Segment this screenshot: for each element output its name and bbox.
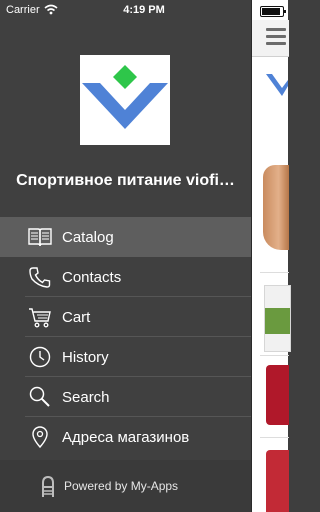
main-navbar [252,20,289,57]
powered-by-label: Powered by My-Apps [64,479,179,493]
menu-item-contacts[interactable]: Contacts [0,257,251,297]
main-content-peek[interactable] [251,0,291,512]
list-divider [260,272,289,273]
drawer-header: Спортивное питание viofi… [0,20,251,216]
search-icon [29,386,50,407]
book-icon [28,228,52,247]
product-thumbnail[interactable] [266,450,289,512]
side-drawer: Спортивное питание viofi… Catalog Contac… [0,0,251,512]
battery-icon [260,6,286,17]
status-bar: Carrier 4:19 PM [0,0,288,20]
menu-item-label: History [62,349,109,366]
menu-item-label: Cart [62,309,91,326]
menu-item-label: Search [62,389,110,406]
status-time: 4:19 PM [123,4,165,16]
menu-item-label: Catalog [62,229,114,246]
menu-item-search[interactable]: Search [0,377,251,417]
menu-item-catalog[interactable]: Catalog [0,217,251,257]
menu-item-store-addresses[interactable]: Адреса магазинов [0,417,251,457]
location-pin-icon [32,426,48,448]
app-title: Спортивное питание viofi… [16,172,235,189]
list-divider [260,437,289,438]
my-apps-logo-icon [42,476,54,497]
drawer-footer[interactable]: Powered by My-Apps [0,460,251,512]
product-thumbnail-gift-card[interactable] [264,285,291,352]
list-divider [260,355,289,356]
hamburger-menu-icon[interactable] [266,28,286,46]
menu-item-cart[interactable]: Cart [0,297,251,337]
menu-item-label: Contacts [62,269,122,286]
menu-item-history[interactable]: History [0,337,251,377]
cart-icon [29,308,51,328]
drawer-menu: Catalog Contacts Cart History Search Адр… [0,217,251,457]
clock-icon [29,346,51,368]
menu-item-label: Адреса магазинов [62,429,190,446]
product-thumbnail[interactable] [266,365,289,425]
banner-image [263,165,289,250]
brand-logo-partial [266,74,288,96]
phone-icon [29,267,51,288]
app-logo [80,55,170,145]
